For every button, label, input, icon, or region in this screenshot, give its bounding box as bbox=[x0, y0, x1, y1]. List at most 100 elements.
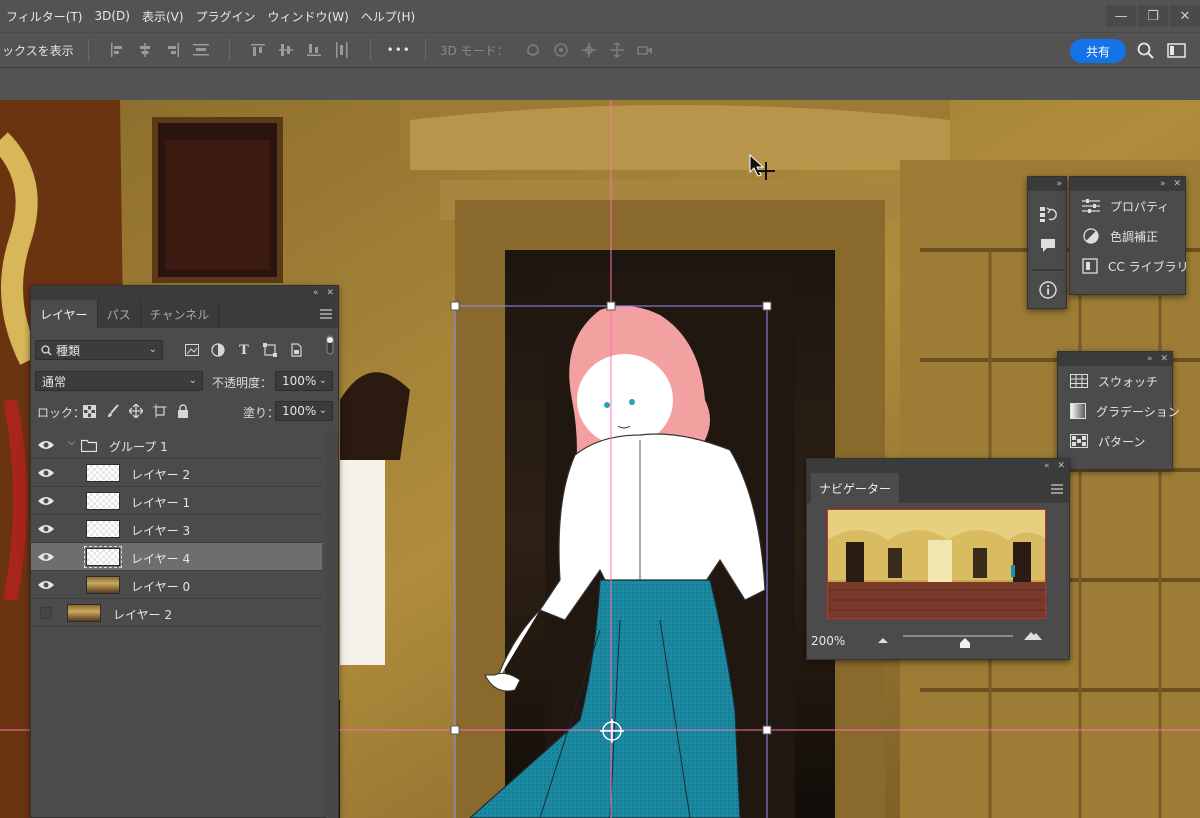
close-panel-icon[interactable]: ✕ bbox=[1173, 179, 1181, 189]
panel-topbar[interactable]: «✕ bbox=[807, 459, 1069, 473]
eye-icon[interactable] bbox=[37, 494, 55, 508]
tab-paths[interactable]: パス bbox=[98, 300, 141, 328]
layers-scrollbar[interactable] bbox=[326, 431, 338, 818]
expand-icon[interactable]: » bbox=[1056, 179, 1062, 189]
collapse-icon[interactable]: » bbox=[1160, 179, 1166, 189]
fill-input[interactable]: 100% ⌄ bbox=[275, 401, 333, 421]
close-button[interactable]: ✕ bbox=[1170, 5, 1200, 27]
tab-navigator[interactable]: ナビゲーター bbox=[811, 473, 900, 503]
panel-topbar[interactable]: «✕ bbox=[31, 286, 338, 300]
gradients-item[interactable]: グラデーション bbox=[1058, 396, 1180, 426]
restore-button[interactable]: ❐ bbox=[1138, 5, 1168, 27]
navigator-panel: «✕ ナビゲーター 200% bbox=[806, 458, 1070, 660]
visibility-toggle-off[interactable] bbox=[40, 607, 52, 619]
layer-row[interactable]: レイヤー 2 bbox=[31, 599, 322, 627]
folder-icon bbox=[80, 439, 98, 455]
3d-camera-icon[interactable] bbox=[636, 42, 653, 58]
tab-channels[interactable]: チャンネル bbox=[141, 300, 220, 328]
layer-row[interactable]: レイヤー 2 bbox=[31, 459, 322, 487]
filter-kind-select[interactable]: 種類 ⌄ bbox=[35, 340, 163, 360]
info-icon[interactable] bbox=[1039, 281, 1057, 302]
layer-row-selected[interactable]: レイヤー 4 bbox=[31, 543, 322, 571]
comments-icon[interactable] bbox=[1040, 237, 1056, 256]
eye-icon[interactable] bbox=[37, 578, 55, 592]
history-icon[interactable] bbox=[1039, 205, 1057, 226]
filter-toggle-icon[interactable] bbox=[323, 335, 337, 355]
search-icon[interactable] bbox=[1137, 42, 1155, 60]
zoom-slider-thumb[interactable] bbox=[960, 637, 970, 648]
panel-menu-icon[interactable] bbox=[1051, 483, 1063, 494]
collapse-icon[interactable]: « bbox=[1044, 461, 1050, 471]
layer-row[interactable]: レイヤー 3 bbox=[31, 515, 322, 543]
panel-topbar[interactable]: » ✕ bbox=[1070, 177, 1185, 191]
menu-view[interactable]: 表示(V) bbox=[136, 8, 190, 25]
collapse-icon[interactable]: « bbox=[313, 288, 319, 298]
3d-pan-icon[interactable] bbox=[581, 42, 597, 58]
layer-row[interactable]: レイヤー 0 bbox=[31, 571, 322, 599]
align-center-icon[interactable] bbox=[137, 42, 153, 58]
filter-smart-object-icon[interactable] bbox=[289, 343, 303, 357]
lock-all-icon[interactable] bbox=[176, 404, 190, 418]
chevron-down-icon[interactable]: ⌵ bbox=[68, 437, 76, 448]
zoom-in-icon[interactable] bbox=[1023, 629, 1043, 644]
align-top-icon[interactable] bbox=[250, 42, 266, 58]
eye-icon[interactable] bbox=[37, 522, 55, 536]
3d-slide-icon[interactable] bbox=[609, 42, 625, 58]
layer-row[interactable]: ⌵ グループ 1 bbox=[31, 431, 322, 459]
share-button[interactable]: 共有 bbox=[1070, 39, 1126, 63]
adjustment-icon bbox=[1082, 228, 1100, 244]
close-panel-icon[interactable]: ✕ bbox=[326, 288, 334, 298]
cc-libraries-item[interactable]: CC ライブラリ bbox=[1070, 251, 1189, 281]
menu-help[interactable]: ヘルプ(H) bbox=[355, 8, 421, 25]
workspace-icon[interactable] bbox=[1167, 42, 1187, 60]
adjustments-item[interactable]: 色調補正 bbox=[1070, 221, 1185, 251]
eye-icon[interactable] bbox=[37, 438, 55, 452]
blend-mode-select[interactable]: 通常 ⌄ bbox=[35, 371, 203, 391]
navigator-preview[interactable] bbox=[827, 509, 1046, 619]
show-transform-controls-label[interactable]: ックスを表示 bbox=[0, 42, 74, 59]
align-middle-icon[interactable] bbox=[278, 42, 294, 58]
patterns-item[interactable]: パターン bbox=[1058, 426, 1172, 456]
menu-3d[interactable]: 3D(D) bbox=[88, 9, 135, 23]
menu-filter[interactable]: フィルター(T) bbox=[0, 8, 88, 25]
minimize-button[interactable]: — bbox=[1106, 5, 1136, 27]
menu-window[interactable]: ウィンドウ(W) bbox=[262, 8, 355, 25]
zoom-level-input[interactable]: 200% bbox=[811, 634, 845, 648]
zoom-slider-track[interactable] bbox=[903, 635, 1013, 637]
lock-move-icon[interactable] bbox=[129, 404, 143, 418]
properties-item[interactable]: プロパティ bbox=[1070, 191, 1185, 221]
sliders-icon bbox=[1082, 198, 1100, 214]
menu-plugins[interactable]: プラグイン bbox=[190, 8, 262, 25]
lock-artboard-icon[interactable] bbox=[153, 404, 167, 418]
zoom-out-icon[interactable] bbox=[877, 633, 889, 647]
3d-roll-icon[interactable] bbox=[553, 42, 569, 58]
align-left-icon[interactable] bbox=[109, 42, 125, 58]
lock-brush-icon[interactable] bbox=[106, 404, 120, 418]
tab-layers[interactable]: レイヤー bbox=[31, 300, 98, 328]
distribute-vertical-icon[interactable] bbox=[334, 42, 350, 58]
filter-pixel-icon[interactable] bbox=[185, 343, 199, 357]
more-options-button[interactable]: ••• bbox=[385, 43, 411, 57]
opacity-input[interactable]: 100% ⌄ bbox=[275, 371, 333, 391]
filter-type-icon[interactable]: T bbox=[237, 343, 251, 358]
distribute-horizontal-icon[interactable] bbox=[192, 42, 209, 58]
close-panel-icon[interactable]: ✕ bbox=[1160, 354, 1168, 364]
eye-icon[interactable] bbox=[37, 550, 55, 564]
document-tab-strip bbox=[0, 68, 1200, 100]
layer-row[interactable]: レイヤー 1 bbox=[31, 487, 322, 515]
align-bottom-icon[interactable] bbox=[306, 42, 322, 58]
panel-topbar[interactable]: » ✕ bbox=[1058, 352, 1172, 366]
collapse-icon[interactable]: » bbox=[1147, 354, 1153, 364]
lock-transparent-icon[interactable] bbox=[82, 404, 96, 418]
filter-adjustment-icon[interactable] bbox=[211, 343, 225, 357]
layer-name: レイヤー 2 bbox=[131, 468, 191, 482]
3d-mode-label: 3D モード： bbox=[439, 43, 509, 58]
filter-shape-icon[interactable] bbox=[263, 343, 277, 357]
eye-icon[interactable] bbox=[37, 466, 55, 480]
swatches-item[interactable]: スウォッチ bbox=[1058, 366, 1172, 396]
panel-menu-icon[interactable] bbox=[320, 308, 332, 319]
panel-topbar[interactable]: » bbox=[1028, 177, 1066, 191]
close-panel-icon[interactable]: ✕ bbox=[1057, 461, 1065, 471]
align-right-icon[interactable] bbox=[165, 42, 181, 58]
3d-orbit-icon[interactable] bbox=[525, 42, 541, 58]
